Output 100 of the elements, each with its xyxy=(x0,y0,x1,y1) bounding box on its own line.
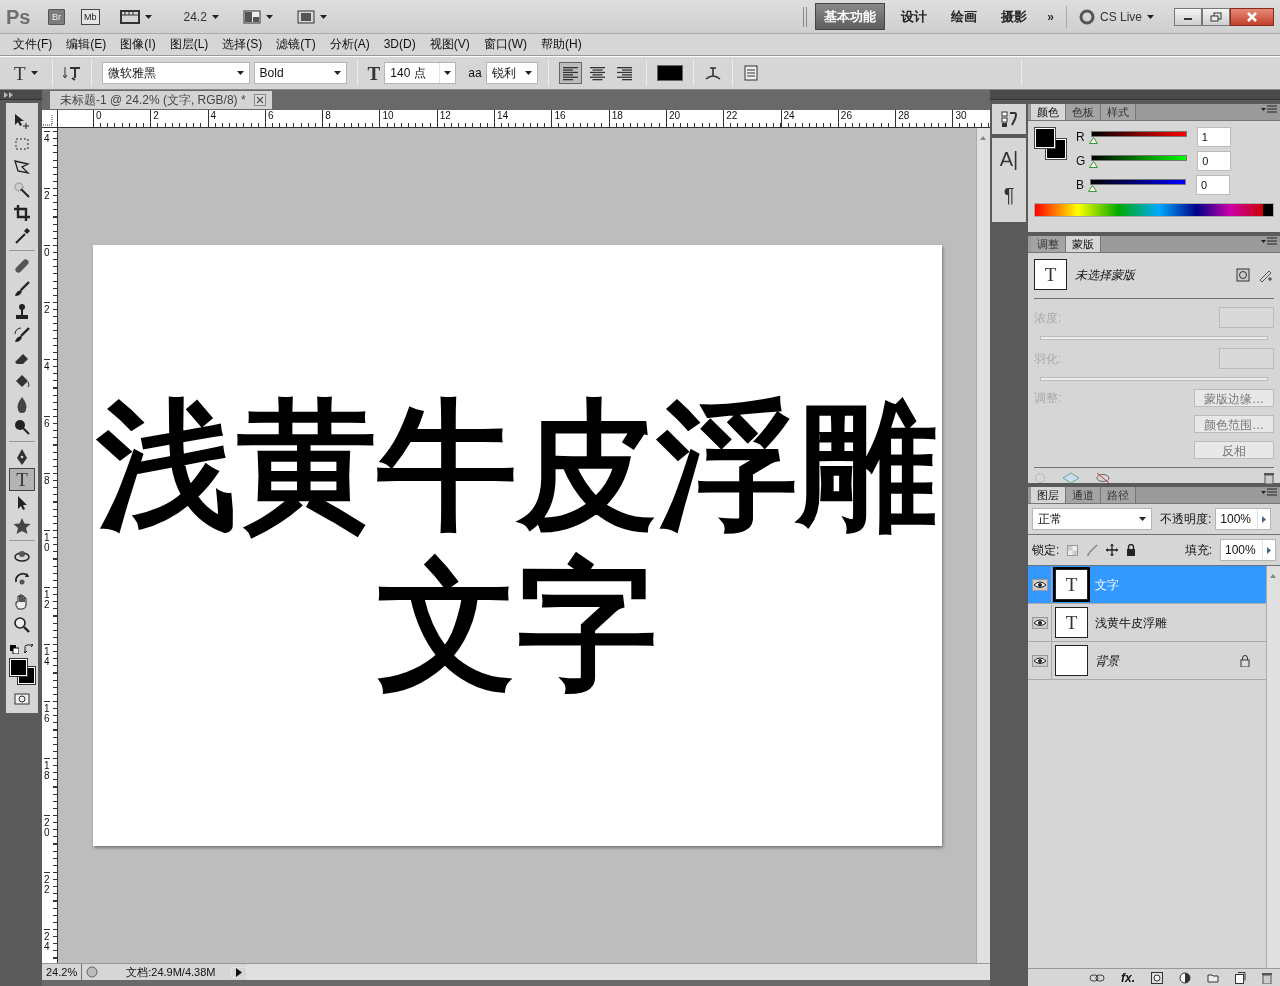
document-tab[interactable]: 未标题-1 @ 24.2% (文字, RGB/8) * xyxy=(50,91,272,109)
channel-label: B xyxy=(1076,177,1084,194)
text-color-swatch[interactable] xyxy=(656,65,683,81)
font-family-dropdown[interactable]: 微软雅黑 xyxy=(101,62,250,84)
mini-bridge-button[interactable]: Mb xyxy=(81,8,100,25)
slider-thumb[interactable] xyxy=(1088,184,1097,192)
workspace-button[interactable]: 摄影 xyxy=(993,3,1036,30)
horizontal-scrollbar[interactable] xyxy=(247,964,990,980)
blend-mode-dropdown[interactable]: 正常 xyxy=(1032,508,1152,530)
caret-icon xyxy=(444,71,452,75)
ruler-label: 14 xyxy=(44,644,50,701)
new-layer-icon[interactable] xyxy=(1235,971,1246,984)
ruler-label: 2 xyxy=(44,302,50,359)
opacity-field[interactable]: 100% xyxy=(1215,508,1272,530)
layer-row[interactable]: 背景 xyxy=(1028,642,1266,680)
ruler-label: 10 xyxy=(44,530,50,587)
arrow-right-icon[interactable] xyxy=(1262,515,1267,523)
antialias-dropdown[interactable]: 锐利 xyxy=(485,62,538,84)
menu-item[interactable]: 图层(L) xyxy=(162,34,216,55)
lock-label: 锁定: xyxy=(1032,542,1060,559)
panel-tab[interactable]: 样式 xyxy=(1101,104,1136,120)
panel-tab[interactable]: 图层 xyxy=(1031,487,1066,503)
panels-toggle-icon[interactable] xyxy=(742,65,759,81)
slider-track[interactable] xyxy=(1088,178,1188,192)
arrange-icon[interactable] xyxy=(242,9,261,24)
minimize-icon[interactable] xyxy=(1174,7,1202,26)
mask-icon[interactable] xyxy=(1151,971,1163,984)
text-orientation-icon[interactable] xyxy=(62,65,81,81)
vertical-scrollbar[interactable] xyxy=(976,128,990,963)
ruler-label: 4 xyxy=(44,131,50,188)
caret-icon xyxy=(30,71,38,75)
panel-tab[interactable]: 路径 xyxy=(1101,487,1136,503)
close-icon[interactable] xyxy=(1230,7,1274,26)
menu-item[interactable]: 窗口(W) xyxy=(476,34,534,55)
eye-icon[interactable] xyxy=(1031,616,1048,629)
status-menu-icon[interactable] xyxy=(231,966,248,978)
slider-track[interactable] xyxy=(1089,154,1190,168)
zoom-level-button[interactable]: 24.2 xyxy=(179,7,223,26)
trash-icon[interactable] xyxy=(1262,971,1272,984)
font-style-dropdown[interactable]: Bold xyxy=(253,62,347,84)
restore-icon[interactable] xyxy=(1202,7,1230,26)
panel-menu-icon[interactable] xyxy=(1261,237,1277,247)
panel-tab[interactable]: 色板 xyxy=(1066,104,1101,120)
menu-item[interactable]: 分析(A) xyxy=(322,34,377,55)
swap-colors-icon[interactable] xyxy=(24,644,34,654)
menu-item[interactable]: 视图(V) xyxy=(422,34,477,55)
panel-menu-icon[interactable] xyxy=(1261,488,1277,498)
screen-mode-icon[interactable] xyxy=(296,9,315,24)
menu-item[interactable]: 编辑(E) xyxy=(59,34,114,55)
warp-text-icon[interactable] xyxy=(703,65,722,81)
fx-button[interactable]: fx. xyxy=(1121,968,1135,986)
font-size-dropdown[interactable]: 140 点 xyxy=(384,62,457,84)
font-size-glyph: T xyxy=(367,63,381,83)
color-swatches[interactable] xyxy=(8,658,36,685)
panel-menu-icon[interactable] xyxy=(1261,105,1277,115)
ring-icon[interactable] xyxy=(1078,8,1095,25)
eye-icon[interactable] xyxy=(1031,578,1048,591)
ruler-origin-icon[interactable] xyxy=(42,112,54,127)
close-icon[interactable] xyxy=(253,94,266,106)
history-icon[interactable] xyxy=(1000,110,1018,128)
panel-tab[interactable]: 通道 xyxy=(1066,487,1101,503)
type-tool[interactable]: T xyxy=(9,468,35,491)
caret-icon xyxy=(333,71,341,75)
layers-scrollbar[interactable] xyxy=(1266,566,1280,968)
menu-item[interactable]: 文件(F) xyxy=(6,34,60,55)
bridge-button[interactable]: Br xyxy=(48,8,65,25)
menu-item[interactable]: 图像(I) xyxy=(113,34,163,55)
cs-live-button[interactable]: CS Live xyxy=(1074,7,1158,26)
channel-value-field[interactable]: 0 xyxy=(1197,151,1232,171)
zoom-field[interactable]: 24.2% xyxy=(42,963,83,981)
arrow-right-icon[interactable] xyxy=(1267,546,1271,554)
adjustment-icon[interactable] xyxy=(1179,971,1191,984)
align-left-icon[interactable] xyxy=(558,62,582,84)
more-workspaces-button[interactable]: » xyxy=(1043,7,1058,26)
slider-track[interactable] xyxy=(1088,130,1189,144)
lock-position-icon[interactable] xyxy=(1106,544,1119,556)
link-icon[interactable] xyxy=(1089,973,1105,982)
channel-value-field[interactable]: 1 xyxy=(1196,127,1231,147)
menu-item[interactable]: 3D(D) xyxy=(376,34,423,55)
workspace-button[interactable]: 绘画 xyxy=(943,3,986,30)
quick-mask-icon[interactable] xyxy=(14,693,30,705)
fill-field[interactable]: 100% xyxy=(1220,539,1276,561)
channel-value-field[interactable]: 0 xyxy=(1196,175,1230,195)
workspace-button[interactable]: 设计 xyxy=(893,3,936,30)
panel-tab[interactable]: 颜色 xyxy=(1031,104,1066,120)
color-spectrum-bar[interactable] xyxy=(1034,203,1274,217)
layer-row[interactable]: T 浅黄牛皮浮雕 xyxy=(1028,604,1266,642)
folder-icon[interactable] xyxy=(1207,972,1219,983)
type-tool-preset-button[interactable]: T xyxy=(10,63,42,83)
lock-all-icon[interactable] xyxy=(1126,544,1137,556)
eye-icon[interactable] xyxy=(1031,654,1048,667)
layer-row[interactable]: T 文字 xyxy=(1028,566,1266,604)
ruler-label: 18 xyxy=(44,758,50,815)
menu-item[interactable]: 滤镜(T) xyxy=(269,34,323,55)
color-swatches[interactable] xyxy=(1034,127,1068,161)
menu-item[interactable]: 选择(S) xyxy=(215,34,270,55)
filmstrip-icon[interactable] xyxy=(119,8,140,25)
menu-item[interactable]: 帮助(H) xyxy=(534,34,589,55)
workspace-button[interactable]: 基本功能 xyxy=(815,2,886,31)
default-colors-icon[interactable] xyxy=(10,644,19,654)
